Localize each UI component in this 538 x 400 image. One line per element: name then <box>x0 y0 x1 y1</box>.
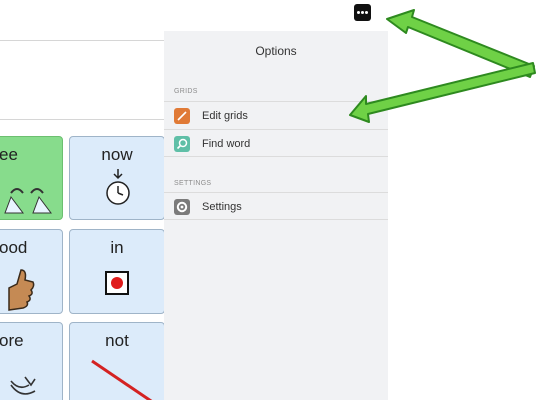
section-label-grids: GRIDS <box>174 88 198 95</box>
cell-label: in <box>110 238 124 257</box>
grid-cell-more[interactable]: ore <box>0 322 63 400</box>
menu-item-label: Find word <box>202 138 251 150</box>
cell-label: not <box>105 331 129 350</box>
more-icon <box>10 376 36 395</box>
in-square-icon <box>105 271 129 295</box>
magnifier-icon <box>174 136 190 152</box>
eye-icon <box>4 188 52 214</box>
dot <box>365 11 368 14</box>
thumbs-up-icon <box>8 269 35 311</box>
message-bar[interactable] <box>0 40 168 120</box>
arrow-to-more-button <box>386 9 535 78</box>
menu-item-label: Settings <box>202 201 242 213</box>
grid-cell-see[interactable]: ee <box>0 136 63 220</box>
diagonal-line-icon <box>91 359 153 400</box>
stopwatch-icon <box>106 169 130 205</box>
menu-item-edit-grids[interactable]: Edit grids <box>164 101 388 129</box>
menu-item-settings[interactable]: Settings <box>164 192 388 220</box>
dot <box>357 11 360 14</box>
more-options-button[interactable] <box>354 4 371 21</box>
menu-item-label: Edit grids <box>202 110 248 122</box>
grid-cell-in[interactable]: in <box>69 229 165 314</box>
cell-label: ood <box>0 238 28 257</box>
grid-cell-not[interactable]: not <box>69 322 165 400</box>
cell-label: ore <box>0 331 24 350</box>
section-label-settings: SETTINGS <box>174 180 212 187</box>
pencil-icon <box>174 108 190 124</box>
grid-cell-now[interactable]: now <box>69 136 165 220</box>
dot <box>361 11 364 14</box>
grid-cell-good[interactable]: ood <box>0 229 63 314</box>
menu-title: Options <box>255 44 297 58</box>
gear-icon <box>174 199 190 215</box>
cell-label: now <box>101 145 133 164</box>
options-menu: Options GRIDS Edit grids Find word SETTI… <box>164 31 388 400</box>
cell-label: ee <box>0 145 18 164</box>
menu-item-find-word[interactable]: Find word <box>164 129 388 157</box>
